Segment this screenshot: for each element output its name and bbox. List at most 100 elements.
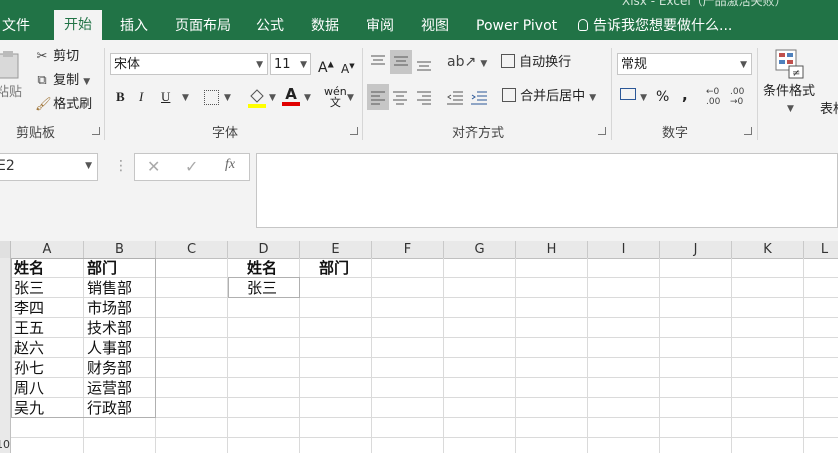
align-top-icon[interactable] bbox=[370, 54, 386, 68]
check-icon[interactable]: ✓ bbox=[185, 157, 198, 176]
cancel-icon[interactable]: ✕ bbox=[147, 157, 160, 176]
column-header-h[interactable]: H bbox=[516, 241, 588, 258]
cell-a1[interactable]: 姓名 bbox=[14, 258, 44, 278]
align-center-icon[interactable] bbox=[392, 88, 408, 106]
column-header-j[interactable]: J bbox=[660, 241, 732, 258]
cell-b1[interactable]: 部门 bbox=[87, 258, 117, 278]
cell-a7[interactable]: 周八 bbox=[14, 378, 44, 398]
underline-button[interactable]: U bbox=[161, 86, 170, 108]
cell-b4[interactable]: 技术部 bbox=[87, 318, 132, 338]
orientation-button[interactable]: ab↗ ▼ bbox=[447, 54, 487, 70]
decrease-font-size-button[interactable]: A▼ bbox=[341, 55, 355, 77]
tab-home[interactable]: 开始 bbox=[54, 10, 102, 40]
cell-b5[interactable]: 人事部 bbox=[87, 338, 132, 358]
chevron-down-icon[interactable]: ▼ bbox=[304, 93, 311, 103]
chevron-down-icon[interactable]: ▼ bbox=[269, 93, 276, 103]
row-header-1[interactable]: 1 bbox=[0, 258, 11, 278]
increase-indent-icon[interactable] bbox=[470, 88, 488, 106]
font-size-combo[interactable]: 11 ▼ bbox=[270, 53, 311, 75]
cell-b8[interactable]: 行政部 bbox=[87, 398, 132, 418]
cut-button[interactable]: ✂ 剪切 bbox=[35, 46, 80, 68]
cell-b2[interactable]: 销售部 bbox=[87, 278, 132, 298]
column-header-d[interactable]: D bbox=[228, 241, 300, 258]
formula-input[interactable] bbox=[256, 153, 838, 228]
chevron-down-icon[interactable]: ▼ bbox=[787, 104, 794, 114]
cell-b3[interactable]: 市场部 bbox=[87, 298, 132, 318]
name-box[interactable]: E2 ▼ bbox=[0, 153, 98, 181]
row-header-5[interactable]: 5 bbox=[0, 338, 11, 358]
decrease-indent-icon[interactable] bbox=[446, 88, 464, 106]
cell-d1[interactable]: 姓名 bbox=[247, 258, 277, 278]
row-header-6[interactable]: 6 bbox=[0, 358, 11, 378]
copy-button[interactable]: ⧉ 复制 ▼ bbox=[35, 70, 90, 92]
fill-color-button[interactable] bbox=[247, 86, 267, 108]
italic-button[interactable]: I bbox=[139, 86, 143, 108]
cell-a2[interactable]: 张三 bbox=[14, 278, 44, 298]
tab-formulas[interactable]: 公式 bbox=[256, 12, 284, 40]
column-header-a[interactable]: A bbox=[11, 241, 84, 258]
tell-me-search[interactable]: 告诉我您想要做什么... bbox=[578, 12, 732, 40]
format-as-table-label[interactable]: 表格 bbox=[820, 99, 838, 121]
paste-button[interactable] bbox=[0, 50, 22, 80]
column-header-f[interactable]: F bbox=[372, 241, 444, 258]
cell-a5[interactable]: 赵六 bbox=[14, 338, 44, 358]
column-header-i[interactable]: I bbox=[588, 241, 660, 258]
row-header-7[interactable]: 7 bbox=[0, 378, 11, 398]
number-format-combo[interactable]: 常规 ▼ bbox=[617, 53, 752, 75]
cell-e1[interactable]: 部门 bbox=[319, 258, 349, 278]
cell-a3[interactable]: 李四 bbox=[14, 298, 44, 318]
font-name-combo[interactable]: 宋体 ▼ bbox=[110, 53, 268, 75]
align-left-icon[interactable] bbox=[367, 84, 389, 110]
clipboard-launcher-icon[interactable] bbox=[92, 127, 100, 135]
tab-data[interactable]: 数据 bbox=[311, 12, 339, 40]
column-header-c[interactable]: C bbox=[156, 241, 228, 258]
format-painter-button[interactable]: 🖌 格式刷 bbox=[35, 94, 92, 116]
tab-review[interactable]: 审阅 bbox=[366, 12, 394, 40]
cell-b7[interactable]: 运营部 bbox=[87, 378, 132, 398]
chevron-down-icon[interactable]: ▼ bbox=[347, 93, 354, 103]
merge-center-button[interactable]: 合并后居中 ▼ bbox=[502, 86, 596, 108]
row-header-9[interactable]: 9 bbox=[0, 418, 11, 438]
row-header-4[interactable]: 4 bbox=[0, 318, 11, 338]
column-header-e[interactable]: E bbox=[300, 241, 372, 258]
cell-d2[interactable]: 张三 bbox=[247, 278, 277, 298]
comma-style-button[interactable]: , bbox=[682, 84, 688, 106]
cell-a8[interactable]: 吴九 bbox=[14, 398, 44, 418]
tab-insert[interactable]: 插入 bbox=[120, 12, 148, 40]
alignment-launcher-icon[interactable] bbox=[598, 127, 606, 135]
decrease-decimal-button[interactable]: .00 →0 bbox=[730, 87, 750, 107]
column-header-k[interactable]: K bbox=[732, 241, 804, 258]
wrap-text-button[interactable]: 自动换行 bbox=[501, 52, 571, 74]
accounting-format-button[interactable]: ▼ bbox=[620, 88, 647, 104]
align-right-icon[interactable] bbox=[416, 88, 432, 106]
font-launcher-icon[interactable] bbox=[350, 127, 358, 135]
select-all-corner[interactable] bbox=[0, 241, 11, 258]
cell-a6[interactable]: 孙七 bbox=[14, 358, 44, 378]
tab-file[interactable]: 文件 bbox=[2, 12, 30, 40]
phonetic-button[interactable]: wén 文 bbox=[324, 86, 347, 108]
font-color-button[interactable]: A bbox=[282, 86, 300, 108]
cell-a4[interactable]: 王五 bbox=[14, 318, 44, 338]
tab-view[interactable]: 视图 bbox=[421, 12, 449, 40]
tab-power-pivot[interactable]: Power Pivot bbox=[476, 12, 557, 40]
insert-function-button[interactable]: fx bbox=[225, 157, 235, 173]
row-header-2[interactable]: 2 bbox=[0, 278, 11, 298]
conditional-format-button[interactable]: ≠ bbox=[775, 48, 805, 80]
increase-font-size-button[interactable]: A▲ bbox=[318, 53, 334, 76]
number-launcher-icon[interactable] bbox=[744, 127, 752, 135]
column-header-b[interactable]: B bbox=[84, 241, 156, 258]
column-header-l[interactable]: L bbox=[804, 241, 838, 258]
row-header-8[interactable]: 8 bbox=[0, 398, 11, 418]
bold-button[interactable]: B bbox=[116, 86, 125, 108]
row-header-10[interactable]: 10 bbox=[0, 438, 10, 453]
borders-icon[interactable] bbox=[204, 90, 219, 105]
align-middle-icon[interactable] bbox=[390, 50, 412, 74]
tab-page-layout[interactable]: 页面布局 bbox=[175, 12, 231, 40]
column-header-g[interactable]: G bbox=[444, 241, 516, 258]
chevron-down-icon[interactable]: ▼ bbox=[182, 93, 189, 103]
chevron-down-icon[interactable]: ▼ bbox=[224, 93, 231, 103]
cell-b6[interactable]: 财务部 bbox=[87, 358, 132, 378]
percent-style-button[interactable]: % bbox=[656, 86, 669, 108]
increase-decimal-button[interactable]: ←0 .00 bbox=[706, 87, 726, 107]
align-bottom-icon[interactable] bbox=[416, 58, 432, 72]
